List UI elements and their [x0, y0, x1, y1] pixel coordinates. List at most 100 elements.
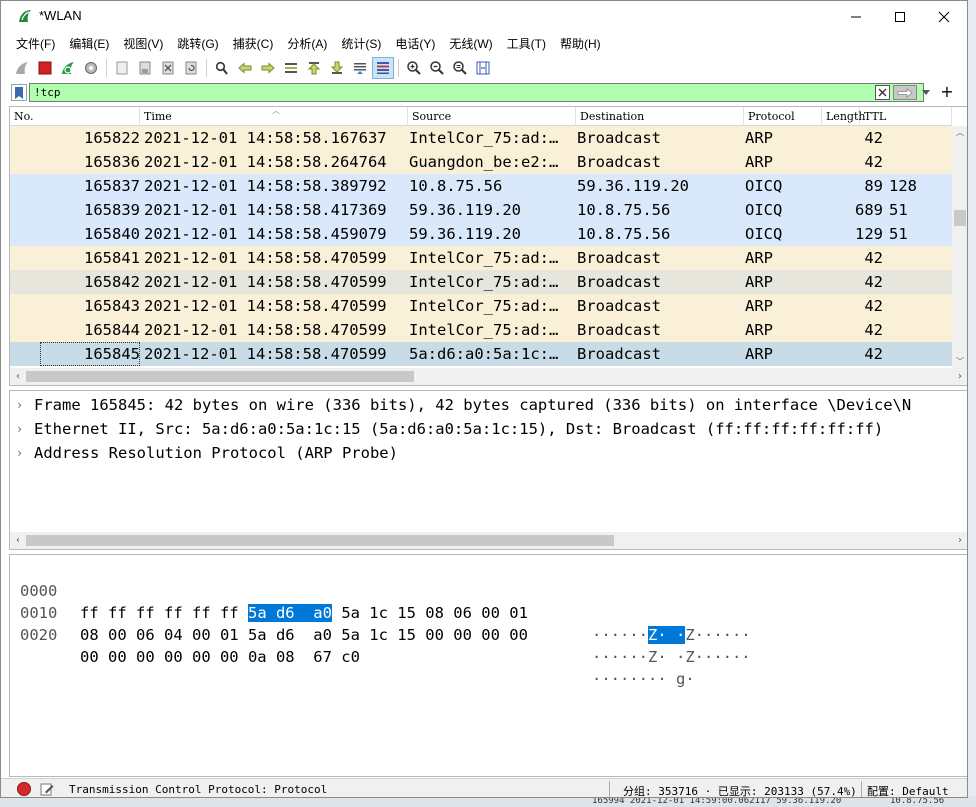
- capture-options-button[interactable]: [80, 57, 102, 79]
- first-packet-button[interactable]: [303, 57, 325, 79]
- maximize-button[interactable]: [877, 1, 923, 32]
- table-row[interactable]: 165840 2021-12-01 14:58:58.459079 59.36.11…: [10, 222, 952, 246]
- expert-info-icon[interactable]: [17, 782, 31, 796]
- filter-bookmark-button[interactable]: [11, 84, 27, 101]
- table-row[interactable]: 165839 2021-12-01 14:58:58.417369 59.36.11…: [10, 198, 952, 222]
- menu-wireless[interactable]: 无线(W): [442, 32, 499, 54]
- zoom-in-button[interactable]: [403, 57, 425, 79]
- column-header-protocol[interactable]: Protocol: [744, 107, 822, 126]
- scroll-left-icon[interactable]: ‹: [10, 368, 26, 385]
- main-toolbar: [1, 56, 967, 80]
- cell-src: 5a:d6:a0:5a:1c:…: [409, 345, 559, 363]
- stop-capture-button[interactable]: [34, 57, 56, 79]
- menu-view[interactable]: 视图(V): [116, 32, 170, 54]
- detail-row-arp[interactable]: › Address Resolution Protocol (ARP Probe…: [10, 441, 967, 465]
- scroll-thumb[interactable]: [26, 371, 414, 382]
- open-file-button[interactable]: [111, 57, 133, 79]
- menu-analyze[interactable]: 分析(A): [280, 32, 334, 54]
- bytes-ascii-highlight[interactable]: Z· ·: [648, 626, 686, 644]
- apply-filter-button[interactable]: [893, 85, 917, 100]
- display-filter-input[interactable]: !tcp: [29, 83, 924, 102]
- resize-columns-button[interactable]: [472, 57, 494, 79]
- menu-file[interactable]: 文件(F): [9, 32, 62, 54]
- chevron-right-icon[interactable]: ›: [16, 441, 23, 465]
- column-header-destination[interactable]: Destination: [576, 107, 744, 126]
- save-file-button[interactable]: [134, 57, 156, 79]
- table-row[interactable]: 165841 2021-12-01 14:58:58.470599 IntelCor…: [10, 246, 952, 270]
- menu-statistics[interactable]: 统计(S): [334, 32, 388, 54]
- zoom-out-button[interactable]: [426, 57, 448, 79]
- table-row-selected[interactable]: 165845 2021-12-01 14:58:58.470599 5a:d6:a0…: [10, 342, 952, 366]
- edit-comment-icon[interactable]: [39, 781, 55, 797]
- bytes-hex[interactable]: 08 00 06 04 00 01 5a d6 a0 5a 1c 15 00 0…: [80, 624, 528, 646]
- close-button[interactable]: [921, 1, 967, 32]
- restart-capture-button[interactable]: [57, 57, 79, 79]
- bytes-ascii[interactable]: ······Z· ·Z······: [592, 624, 751, 646]
- add-filter-button[interactable]: +: [939, 83, 955, 102]
- chevron-right-icon[interactable]: ›: [16, 393, 23, 417]
- detail-row-frame[interactable]: › Frame 165845: 42 bytes on wire (336 bi…: [10, 393, 967, 417]
- table-row[interactable]: 165837 2021-12-01 14:58:58.389792 10.8.75.…: [10, 174, 952, 198]
- reload-file-button[interactable]: [180, 57, 202, 79]
- menu-tools[interactable]: 工具(T): [500, 32, 553, 54]
- menu-edit[interactable]: 编辑(E): [62, 32, 116, 54]
- clear-filter-button[interactable]: [875, 85, 890, 100]
- detail-row-ethernet[interactable]: › Ethernet II, Src: 5a:d6:a0:5a:1c:15 (5…: [10, 417, 967, 441]
- cell-no: 165844: [84, 321, 140, 339]
- cell-no: 165843: [84, 297, 140, 315]
- menu-help[interactable]: 帮助(H): [553, 32, 608, 54]
- table-row[interactable]: 165844 2021-12-01 14:58:58.470599 IntelCor…: [10, 318, 952, 342]
- menu-go[interactable]: 跳转(G): [170, 32, 225, 54]
- go-forward-button[interactable]: [257, 57, 279, 79]
- column-header-source[interactable]: Source: [408, 107, 576, 126]
- last-packet-button[interactable]: [326, 57, 348, 79]
- minimize-button[interactable]: [833, 1, 879, 32]
- go-back-button[interactable]: [234, 57, 256, 79]
- resize-columns-icon: [476, 61, 490, 75]
- find-packet-button[interactable]: [211, 57, 233, 79]
- wireshark-window: *WLAN 文件(F) 编辑(E) 视图(V) 跳转(G) 捕获(C) 分析(A…: [0, 0, 968, 798]
- bytes-ascii[interactable]: ······Z· ·Z······: [592, 646, 751, 668]
- cell-time: 2021-12-01 14:58:58.264764: [144, 153, 387, 171]
- scroll-down-icon[interactable]: ﹀: [952, 355, 967, 369]
- close-file-button[interactable]: [157, 57, 179, 79]
- cell-time: 2021-12-01 14:58:58.470599: [144, 273, 387, 291]
- scroll-thumb[interactable]: [954, 210, 966, 226]
- filter-history-dropdown[interactable]: [919, 85, 933, 100]
- colorize-button[interactable]: [372, 57, 394, 79]
- column-header-length[interactable]: Length: [822, 107, 865, 126]
- scroll-right-icon[interactable]: ›: [952, 368, 967, 385]
- bytes-hex[interactable]: 00 00 00 00 00 00 0a 08 67 c0: [80, 646, 360, 668]
- table-row[interactable]: 165842 2021-12-01 14:58:58.470599 IntelCor…: [10, 270, 952, 294]
- cell-len: 42: [864, 249, 883, 267]
- autoscroll-button[interactable]: [349, 57, 371, 79]
- scroll-up-icon[interactable]: ︿: [952, 126, 967, 140]
- packet-list-hscrollbar[interactable]: ‹ ›: [10, 368, 967, 385]
- menu-capture[interactable]: 捕获(C): [226, 32, 281, 54]
- detail-text: Frame 165845: 42 bytes on wire (336 bits…: [34, 396, 912, 414]
- column-header-no[interactable]: No.: [10, 107, 140, 126]
- bytes-hex[interactable]: ff ff ff ff ff ff 5a d6 a0 5a 1c 15 08 0…: [80, 602, 528, 624]
- bytes-ascii[interactable]: ········ g·: [592, 668, 695, 690]
- menu-telephony[interactable]: 电话(Y): [388, 32, 442, 54]
- details-hscrollbar[interactable]: ‹ ›: [10, 532, 967, 549]
- status-profile[interactable]: 配置: Default: [867, 783, 949, 797]
- table-row[interactable]: 165822 2021-12-01 14:58:58.167637 IntelCor…: [10, 126, 952, 150]
- scroll-left-icon[interactable]: ‹: [10, 532, 26, 549]
- bytes-hex-highlight[interactable]: 5a d6 a0: [247, 604, 332, 622]
- chevron-right-icon[interactable]: ›: [16, 417, 23, 441]
- arrow-bottom-icon: [330, 61, 344, 74]
- zoom-reset-button[interactable]: [449, 57, 471, 79]
- cell-len: 42: [864, 345, 883, 363]
- scroll-thumb[interactable]: [26, 535, 614, 546]
- cell-dst: 10.8.75.56: [577, 201, 671, 219]
- table-row[interactable]: 165836 2021-12-01 14:58:58.264764 Guangdon…: [10, 150, 952, 174]
- packet-list-vscrollbar[interactable]: ︿ ﹀: [952, 126, 967, 369]
- cell-ttl: 51: [889, 201, 908, 219]
- start-capture-button[interactable]: [11, 57, 33, 79]
- column-header-ttl[interactable]: TTL: [860, 107, 952, 126]
- scroll-right-icon[interactable]: ›: [952, 532, 967, 549]
- table-row[interactable]: 165843 2021-12-01 14:58:58.470599 IntelCor…: [10, 294, 952, 318]
- bookmark-icon: [15, 86, 23, 99]
- go-to-packet-button[interactable]: [280, 57, 302, 79]
